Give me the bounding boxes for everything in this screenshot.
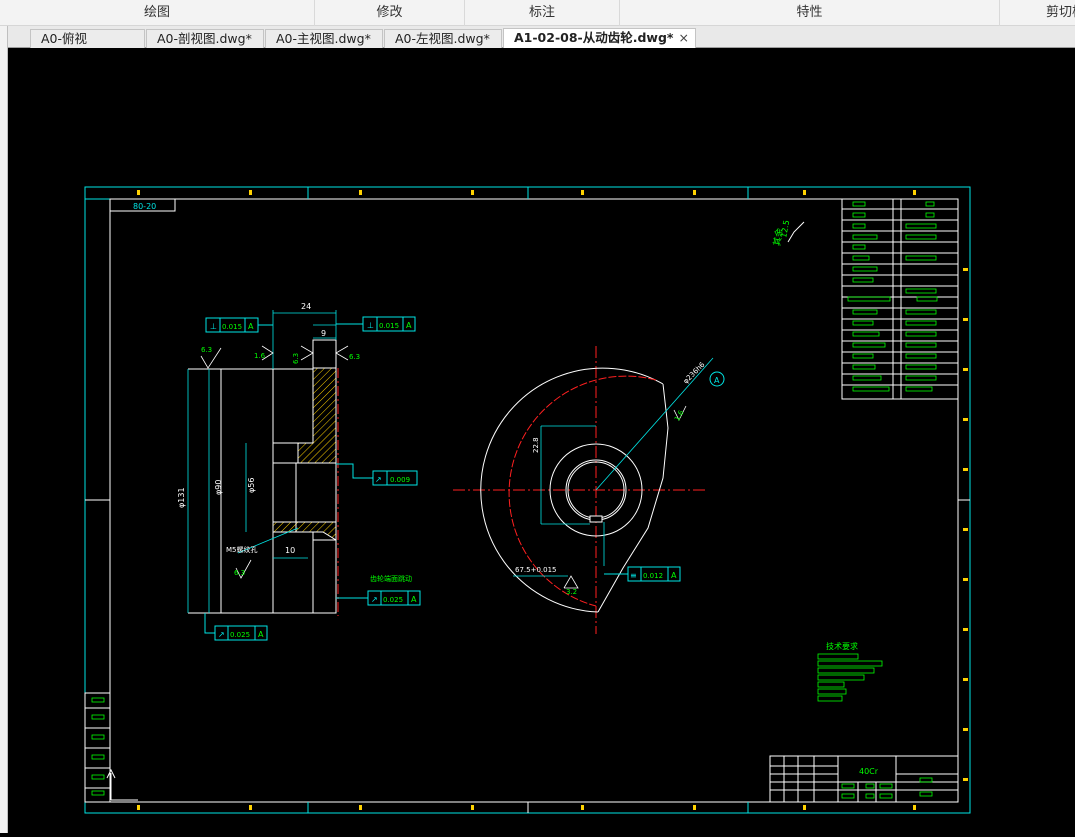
ribbon-group-draw[interactable]: 绘图 xyxy=(0,0,315,26)
section-view: 24 9 φ131 φ90 φ56 10 M5螺纹孔 6.3 1.6 6.3 6… xyxy=(177,302,687,641)
dim-hub-dia: φ56 xyxy=(247,478,256,493)
zone-markers xyxy=(137,190,968,810)
symmetry-symbol: ≡ xyxy=(630,571,637,580)
sheet-inner-frame xyxy=(109,198,959,803)
tab-label: A0-左视图.dwg* xyxy=(395,31,490,46)
roughness-16: 1.6 xyxy=(254,352,266,360)
perp-frame-right: ⊥ 0.015 A xyxy=(336,316,416,332)
runout-value: 0.025 xyxy=(230,631,250,639)
perp-datum: A xyxy=(248,322,254,331)
sheet-outer-border xyxy=(84,186,971,814)
left-margin-table xyxy=(84,692,111,803)
left-palette-strip[interactable] xyxy=(0,26,8,833)
tab-left-view[interactable]: A0-左视图.dwg* xyxy=(384,29,502,48)
runout-frame-face: ↗ 0.025 A xyxy=(336,590,421,606)
dim-bore-dia: φ90 xyxy=(214,480,223,495)
ribbon-group-label: 标注 xyxy=(528,5,555,20)
ribbon-group-clipboard[interactable]: 剪切板 xyxy=(1000,0,1075,26)
edge-runout-note: 齿轮端面跳动 xyxy=(370,574,412,583)
symmetry-datum: A xyxy=(671,571,677,580)
ribbon-group-label: 绘图 xyxy=(143,5,170,20)
tab-top-view[interactable]: A0-俯视图.dwg* xyxy=(30,29,145,64)
perp-datum: A xyxy=(406,321,412,330)
close-icon[interactable]: × xyxy=(679,29,689,47)
tech-req-title: 技术要求 xyxy=(826,641,858,651)
tech-requirements: 技术要求 xyxy=(817,641,883,702)
runout-symbol: ↗ xyxy=(375,475,382,484)
tab-section-view[interactable]: A0-剖视图.dwg* xyxy=(146,29,264,48)
runout-frame-mid: ↗ 0.009 xyxy=(336,463,418,486)
tab-label: A0-主视图.dwg* xyxy=(276,31,371,46)
ribbon-group-label: 特性 xyxy=(796,5,823,20)
roughness-other-symbol: 其余 12.5 xyxy=(771,219,805,247)
dim-width-top: 24 xyxy=(301,302,311,311)
title-ref-text: 80-20 xyxy=(133,202,156,211)
ribbon-group-label: 剪切板 xyxy=(1046,5,1075,20)
ribbon-group-modify[interactable]: 修改 xyxy=(315,0,465,26)
dim-outer-dia: φ131 xyxy=(177,487,186,508)
drawing-svg: 80-20 其余 12.5 24 9 φ131 φ90 φ56 10 M5螺纹孔… xyxy=(84,186,971,814)
document-tab-bar: A0-俯视图.dwg* A0-剖视图.dwg* A0-主视图.dwg* A0-左… xyxy=(0,26,1075,64)
roughness-63c: 6.3 xyxy=(349,353,360,361)
roughness-other-value: 12.5 xyxy=(779,219,791,238)
title-block xyxy=(769,755,959,803)
roughness-63d: 6.3 xyxy=(234,569,245,577)
runout-datum: A xyxy=(258,630,264,639)
cad-drawing-canvas[interactable]: 80-20 其余 12.5 24 9 φ131 φ90 φ56 10 M5螺纹孔… xyxy=(8,48,1075,833)
tab-label: A1-02-08-从动齿轮.dwg* xyxy=(514,30,674,45)
runout-symbol: ↗ xyxy=(218,630,225,639)
material-label: 40Cr xyxy=(859,767,879,776)
symmetry-frame: ≡ 0.012 A xyxy=(604,566,681,582)
runout-value: 0.009 xyxy=(390,476,410,484)
title-block-entries xyxy=(841,777,933,799)
symmetry-value: 0.012 xyxy=(643,572,663,580)
perp-symbol: ⊥ xyxy=(367,321,374,330)
roughness-63b: 6.3 xyxy=(292,353,300,364)
roughness-63a: 6.3 xyxy=(201,346,212,354)
dim-tip-dia: φ236h6 xyxy=(682,360,707,385)
perp-value: 0.015 xyxy=(379,322,399,330)
ucs-icon xyxy=(106,768,138,801)
ribbon-toolbar: 绘图 修改 标注 特性 剪切板 xyxy=(0,0,1075,26)
perp-symbol: ⊥ xyxy=(210,322,217,331)
ribbon-group-annotate[interactable]: 标注 xyxy=(465,0,620,26)
runout-datum: A xyxy=(411,595,417,604)
roughness-32: 3.2 xyxy=(566,588,577,596)
ribbon-group-properties[interactable]: 特性 xyxy=(620,0,1000,26)
perp-frame-left: ⊥ 0.015 A xyxy=(205,317,273,333)
gear-front-view: 22.8 67.5+0.015 φ236h6 A 3.2 1.6 ≡ 0.012… xyxy=(453,346,725,634)
dim-keyway: 10 xyxy=(285,546,295,555)
ribbon-group-label: 修改 xyxy=(376,5,403,20)
runout-frame-bottom: ↗ 0.025 A xyxy=(204,613,268,641)
dim-bore-tol: 67.5+0.015 xyxy=(515,566,557,574)
perp-value: 0.015 xyxy=(222,323,242,331)
runout-symbol: ↗ xyxy=(371,595,378,604)
dim-width-step: 9 xyxy=(321,329,326,338)
tab-main-view[interactable]: A0-主视图.dwg* xyxy=(265,29,383,48)
runout-value: 0.025 xyxy=(383,596,403,604)
tab-label: A0-剖视图.dwg* xyxy=(157,31,252,46)
dim-key-depth: 22.8 xyxy=(532,437,540,453)
datum-label: A xyxy=(714,376,720,385)
dim-thread: M5螺纹孔 xyxy=(226,545,258,554)
tab-driven-gear[interactable]: A1-02-08-从动齿轮.dwg* × xyxy=(503,28,696,49)
